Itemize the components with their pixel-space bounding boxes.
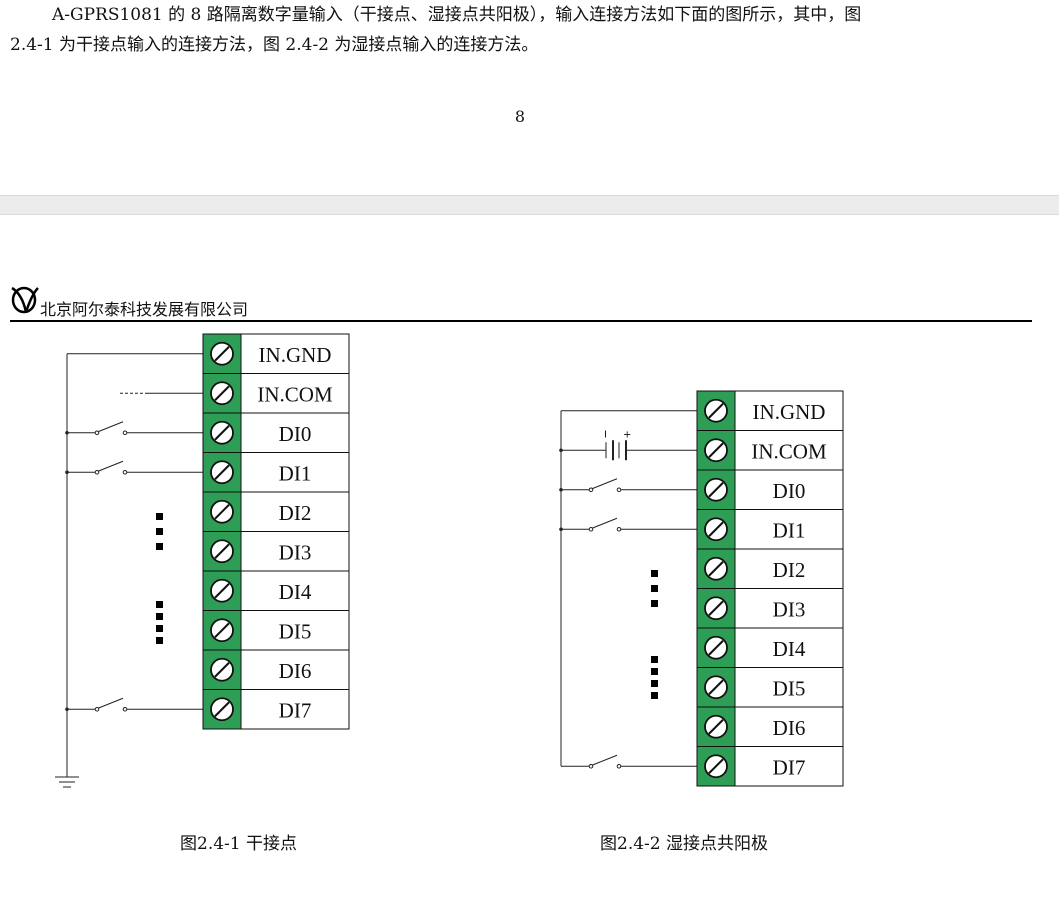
ellipsis-dot xyxy=(156,528,163,535)
ellipsis-dot xyxy=(651,585,658,592)
ellipsis-dot xyxy=(156,513,163,520)
intro-paragraph: A-GPRS1081 的 8 路隔离数字量输入（干接点、湿接点共阳极），输入连接… xyxy=(10,0,1050,60)
terminal-label: IN.GND xyxy=(259,343,332,367)
company-logo-icon xyxy=(11,286,39,314)
battery-plus-label: + xyxy=(623,429,631,440)
ellipsis-dot xyxy=(156,601,163,608)
ellipsis-dot xyxy=(156,613,163,620)
figure-dry-contact: IN.GND IN.COM DI0 DI1 DI2 DI3 DI4 DI5 DI6 DI7 xyxy=(55,333,350,788)
ellipsis-dot xyxy=(156,543,163,550)
page-header: 北京阿尔泰科技发展有限公司 xyxy=(10,282,1032,322)
terminal-label: DI6 xyxy=(279,659,312,683)
switch-contact xyxy=(616,763,622,769)
switch-blade-icon xyxy=(97,460,124,472)
switch-blade-icon xyxy=(591,754,618,766)
switch-blade-icon xyxy=(97,697,124,709)
terminal-label: DI0 xyxy=(773,479,806,503)
terminal-label: IN.GND xyxy=(753,400,826,424)
switch-contact xyxy=(122,469,128,475)
terminal-label: DI3 xyxy=(773,597,806,621)
figure-1-caption: 图2.4-1 干接点 xyxy=(180,834,297,854)
terminal-label: DI1 xyxy=(279,461,312,485)
paragraph-line-1: A-GPRS1081 的 8 路隔离数字量输入（干接点、湿接点共阳极），输入连接… xyxy=(52,5,862,25)
terminal-label: DI5 xyxy=(773,676,806,700)
ellipsis-dot xyxy=(651,570,658,577)
ellipsis-dot xyxy=(651,600,658,607)
page-number: 8 xyxy=(514,107,526,126)
terminal-label: DI4 xyxy=(279,580,312,604)
terminal-label: DI2 xyxy=(279,501,312,525)
ellipsis-dot xyxy=(156,637,163,644)
terminal-label: DI2 xyxy=(773,558,806,582)
ellipsis-dot xyxy=(156,625,163,632)
page-separator xyxy=(0,195,1059,215)
terminal-label: DI3 xyxy=(279,540,312,564)
switch-contact xyxy=(616,526,622,532)
switch-blade-icon xyxy=(591,478,618,490)
ellipsis-dot xyxy=(651,692,658,699)
company-name: 北京阿尔泰科技发展有限公司 xyxy=(40,300,249,319)
wiring-diagrams: IN.GNDIN.COMDI0DI1DI2DI3DI4DI5DI6DI7 I +I… xyxy=(55,333,844,788)
switch-blade-icon xyxy=(97,421,124,433)
battery-minus-label: I xyxy=(604,429,607,440)
switch-blade-icon xyxy=(591,517,618,529)
terminal-label: DI4 xyxy=(773,637,806,661)
ellipsis-dot xyxy=(651,680,658,687)
terminal-label: DI5 xyxy=(279,619,312,643)
terminal-label: DI0 xyxy=(279,422,312,446)
terminal-label: DI7 xyxy=(773,755,806,779)
terminal-label: DI7 xyxy=(279,698,312,722)
ellipsis-dot xyxy=(651,656,658,663)
figure-wet-contact: I + IN.GND IN.COM DI0 DI1 DI2 DI3 DI4 DI5 DI6 DI7 xyxy=(559,390,844,787)
figure-2-caption: 图2.4-2 湿接点共阳极 xyxy=(600,834,768,854)
switch-contact xyxy=(122,706,128,712)
terminal-label: IN.COM xyxy=(751,439,827,463)
terminal-label: DI1 xyxy=(773,518,806,542)
terminal-label: DI6 xyxy=(773,716,806,740)
ellipsis-dot xyxy=(651,668,658,675)
paragraph-line-2: 2.4-1 为干接点输入的连接方法，图 2.4-2 为湿接点输入的连接方法。 xyxy=(10,35,539,55)
terminal-label: IN.COM xyxy=(257,382,333,406)
switch-contact xyxy=(122,430,128,436)
switch-contact xyxy=(616,487,622,493)
